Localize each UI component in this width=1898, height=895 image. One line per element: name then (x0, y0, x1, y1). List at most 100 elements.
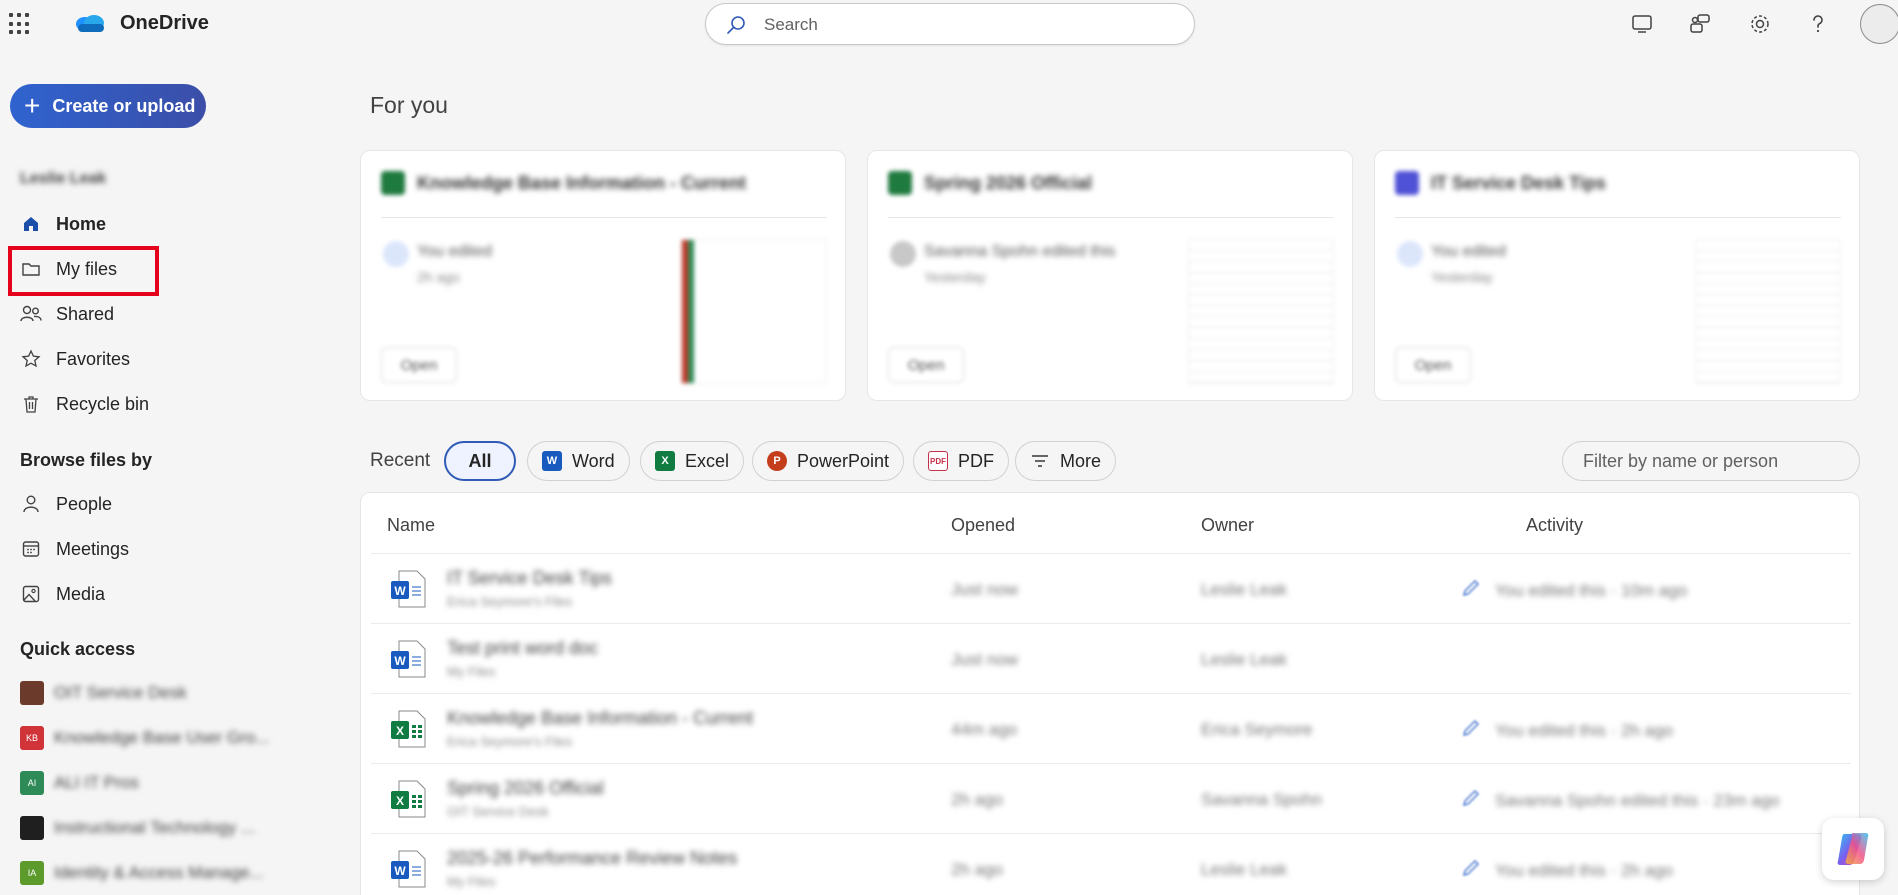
app-title[interactable]: OneDrive (120, 12, 209, 35)
word-icon: W (542, 451, 562, 471)
file-owner: Savanna Spohn (1201, 790, 1322, 809)
monitor-icon[interactable] (1630, 12, 1654, 36)
quick-access-item[interactable]: Instructional Technology ... (20, 813, 270, 843)
nav-people[interactable]: People (10, 485, 260, 523)
search-input[interactable] (764, 13, 1164, 37)
file-name[interactable]: Knowledge Base Information - Current (447, 708, 753, 729)
column-header-activity[interactable]: Activity (1526, 515, 1583, 536)
table-row[interactable]: W 2025-26 Performance Review Notes My Fi… (371, 833, 1851, 895)
pencil-icon (1462, 859, 1480, 877)
file-preview-thumbnail (1188, 239, 1334, 384)
pencil-icon (1462, 719, 1480, 737)
svg-text:X: X (396, 794, 404, 808)
quick-access-item[interactable]: KB Knowledge Base User Gro... (20, 723, 270, 753)
trash-icon (20, 393, 42, 415)
nav-home[interactable]: Home (10, 205, 260, 243)
image-icon (20, 583, 42, 605)
quick-access-label: Identity & Access Manage... (54, 863, 264, 882)
file-activity: You edited this · 2h ago (1495, 721, 1674, 740)
chip-pdf[interactable]: PDF PDF (913, 441, 1009, 481)
people-icon (20, 303, 42, 325)
nav-meetings[interactable]: Meetings (10, 530, 260, 568)
file-opened: Just now (951, 650, 1019, 669)
chip-powerpoint[interactable]: P PowerPoint (752, 441, 905, 481)
quick-access-item[interactable]: IA Identity & Access Manage... (20, 858, 270, 888)
nav-media[interactable]: Media (10, 575, 260, 613)
search-icon (727, 16, 745, 34)
nav-shared[interactable]: Shared (10, 295, 260, 333)
site-thumbnail-icon (20, 681, 44, 705)
plus-icon: + (24, 90, 41, 121)
card-time: Yesterday (924, 269, 986, 285)
file-name[interactable]: Test print word doc (447, 638, 598, 659)
file-opened: 2h ago (951, 790, 1003, 809)
file-name[interactable]: IT Service Desk Tips (447, 568, 612, 589)
browse-files-heading: Browse files by (20, 450, 153, 470)
copilot-icon (1837, 833, 1869, 865)
file-owner: Leslie Leak (1201, 860, 1288, 879)
file-name[interactable]: Spring 2026 Official (447, 778, 604, 799)
chip-word[interactable]: W Word (527, 441, 630, 481)
file-activity: You edited this · 2h ago (1495, 861, 1674, 880)
site-thumbnail-icon: KB (20, 726, 44, 750)
file-location: My Files (447, 874, 496, 889)
quick-access-item[interactable]: OIT Service Desk (20, 678, 270, 708)
star-icon (20, 348, 42, 370)
file-preview-thumbnail (681, 239, 827, 384)
excel-file-icon: X (391, 780, 426, 818)
chip-word-label: Word (572, 450, 615, 471)
file-owner: Leslie Leak (1201, 650, 1288, 669)
table-row[interactable]: W Test print word doc My Files Just now … (371, 623, 1851, 693)
avatar[interactable] (1860, 4, 1898, 44)
file-opened: Just now (951, 580, 1019, 599)
pencil-icon (1462, 579, 1480, 597)
card-open-button[interactable]: Open (1395, 347, 1471, 383)
for-you-card[interactable]: Knowledge Base Information - Current You… (360, 150, 846, 401)
card-title: Spring 2026 Official (924, 173, 1093, 193)
help-icon[interactable] (1806, 12, 1830, 36)
nav-my-files[interactable]: My files (10, 250, 260, 288)
file-preview-thumbnail (1695, 239, 1841, 384)
for-you-card[interactable]: IT Service Desk Tips You edited Yesterda… (1374, 150, 1860, 401)
nav-favorites-label: Favorites (56, 348, 131, 369)
file-location: Erica Seymore's Files (447, 594, 573, 609)
word-file-icon: W (391, 850, 426, 888)
search-box[interactable] (705, 3, 1195, 45)
word-file-icon: W (391, 570, 426, 608)
top-bar: OneDrive (0, 0, 1898, 48)
gear-icon[interactable] (1748, 12, 1772, 36)
nav-recycle-bin[interactable]: Recycle bin (10, 385, 260, 423)
powerpoint-icon: P (767, 451, 787, 471)
app-launcher-icon[interactable] (9, 13, 31, 35)
card-activity: Savanna Spohn edited this (924, 243, 1116, 260)
quick-access-item[interactable]: AI ALI IT Pros (20, 768, 270, 798)
file-activity: You edited this · 10m ago (1495, 581, 1688, 600)
svg-text:W: W (394, 864, 406, 878)
file-location: OIT Service Desk (447, 804, 549, 819)
column-header-name[interactable]: Name (387, 515, 435, 536)
quick-access-heading: Quick access (20, 639, 136, 659)
column-header-opened[interactable]: Opened (951, 515, 1015, 536)
chip-all[interactable]: All (444, 441, 516, 481)
card-open-button[interactable]: Open (888, 347, 964, 383)
pdf-icon: PDF (928, 451, 948, 471)
filter-input[interactable] (1562, 441, 1860, 481)
chip-excel[interactable]: X Excel (640, 441, 745, 481)
file-opened: 44m ago (951, 720, 1018, 739)
for-you-heading: For you (370, 92, 448, 118)
copilot-button[interactable] (1822, 818, 1884, 880)
chip-more[interactable]: More (1015, 441, 1117, 481)
column-header-owner[interactable]: Owner (1201, 515, 1254, 536)
file-name[interactable]: 2025-26 Performance Review Notes (447, 848, 737, 869)
card-open-button[interactable]: Open (381, 347, 457, 383)
nav-favorites[interactable]: Favorites (10, 340, 260, 378)
table-row[interactable]: X Spring 2026 Official OIT Service Desk … (371, 763, 1851, 833)
table-row[interactable]: X Knowledge Base Information - Current E… (371, 693, 1851, 763)
file-owner: Erica Seymore (1201, 720, 1313, 739)
feedback-icon[interactable] (1688, 12, 1712, 36)
table-row[interactable]: W IT Service Desk Tips Erica Seymore's F… (371, 553, 1851, 623)
user-avatar-icon (890, 241, 916, 267)
for-you-card[interactable]: Spring 2026 Official Savanna Spohn edite… (867, 150, 1353, 401)
nav-home-label: Home (56, 213, 107, 234)
create-or-upload-button[interactable]: + Create or upload (10, 84, 206, 128)
